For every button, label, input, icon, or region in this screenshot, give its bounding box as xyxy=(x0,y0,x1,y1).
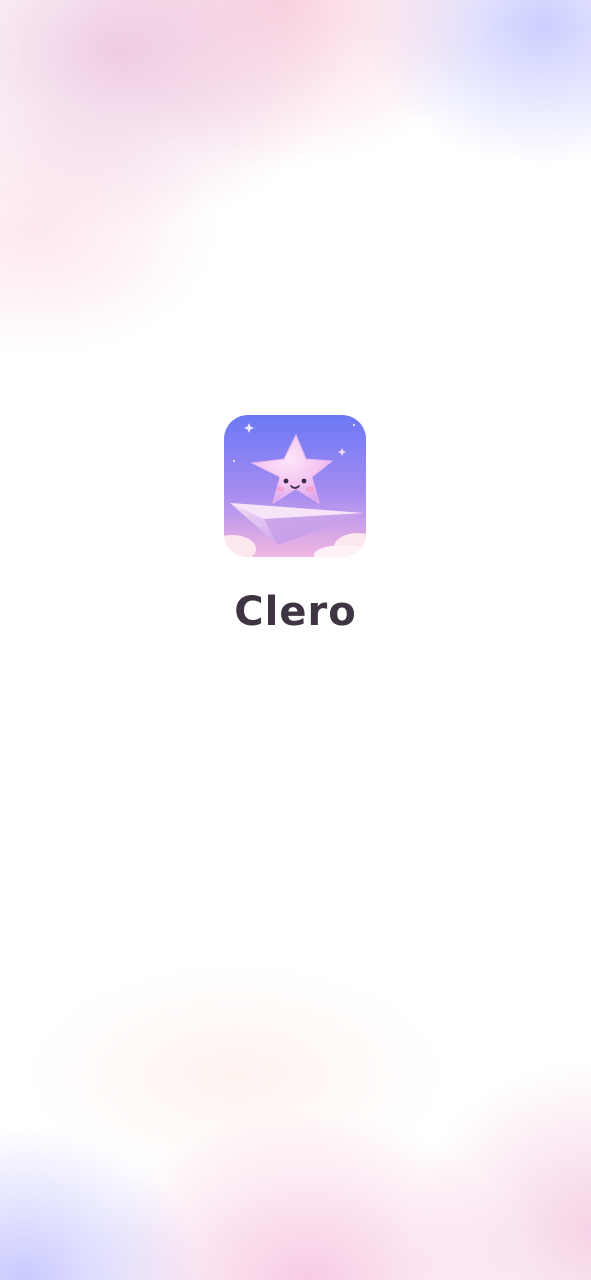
splash-screen: Clero xyxy=(0,0,591,1280)
app-logo-icon xyxy=(224,415,366,557)
app-name-title: Clero xyxy=(234,589,357,635)
